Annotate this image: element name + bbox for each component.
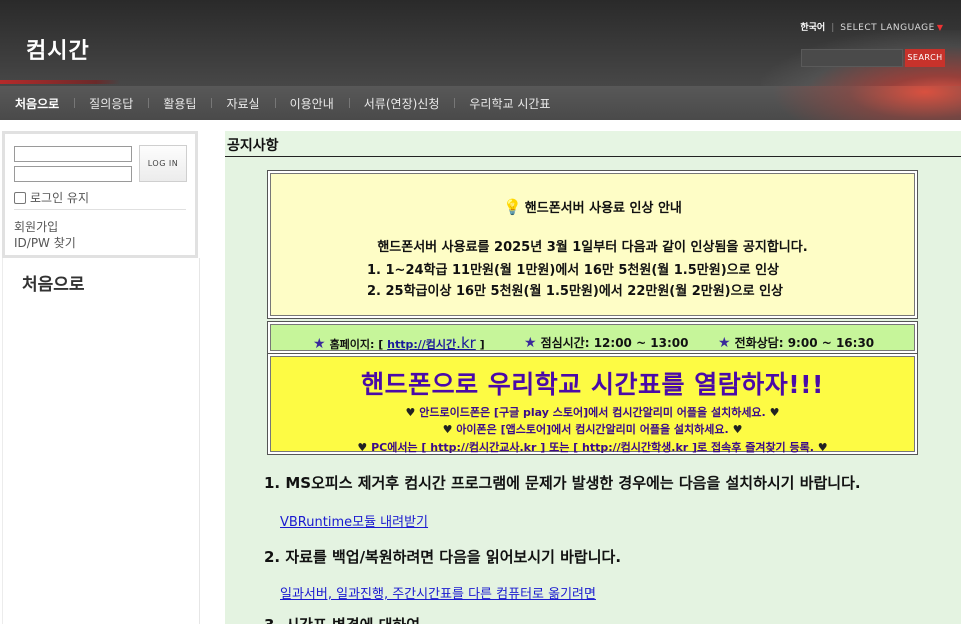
nav-item-timetable[interactable]: 우리학교 시간표	[454, 95, 565, 112]
notice-heading: 💡 핸드폰서버 사용료 인상 안내	[271, 197, 914, 216]
notice-line: 1. 1~24학급 11만원(월 1만원)에서 16만 5천원(월 1.5만원)…	[367, 263, 780, 278]
find-account-link[interactable]: ID/PW 찾기	[14, 234, 76, 251]
section-heading: 2. 자료를 백업/복원하려면 다음을 읽어보시기 바랍니다.	[264, 548, 622, 566]
nav-item-tips[interactable]: 활용팁	[148, 95, 211, 112]
info-phone: ★ 전화상담: 9:00 ~ 16:30	[718, 334, 874, 351]
page-title: 공지사항	[227, 138, 279, 154]
star-icon: ★	[524, 335, 537, 351]
site-header: 컴시간 한국어 | SELECT LANGUAGE ▼ SEARCH	[0, 0, 961, 86]
keep-login-checkbox[interactable]	[14, 191, 26, 204]
login-divider	[14, 209, 186, 210]
nav-item-qna[interactable]: 질의응답	[74, 95, 148, 112]
nav-item-application[interactable]: 서류(연장)신청	[348, 95, 455, 112]
homepage-link-tld[interactable]: .kr	[456, 334, 476, 352]
notice-inner: 💡 핸드폰서버 사용료 인상 안내 핸드폰서버 사용료를 2025년 3월 1일부…	[270, 173, 915, 316]
promo-line-text: 아이폰은 [앱스토어]에서 컴시간알리미 어플을 설치하세요.	[456, 423, 729, 436]
promo-line: ♥ 안드로이드폰은 [구글 play 스토어]에서 컴시간알리미 어플을 설치하…	[271, 404, 914, 420]
site-title[interactable]: 컴시간	[26, 33, 90, 65]
homepage-link[interactable]: http://컴시간.kr	[387, 334, 476, 352]
heart-icon: ♥	[357, 441, 368, 454]
content-header: 공지사항	[225, 131, 961, 157]
search-input[interactable]	[801, 49, 903, 67]
promo-line-text: 안드로이드폰은 [구글 play 스토어]에서 컴시간알리미 어플을 설치하세요…	[419, 406, 766, 419]
section-heading: 1. MS오피스 제거후 컴시간 프로그램에 문제가 발생한 경우에는 다음을 …	[264, 474, 861, 492]
heart-icon: ♥	[817, 441, 828, 454]
vbruntime-download-link[interactable]: VBRuntime모듈 내려받기	[280, 511, 428, 530]
nav-glow	[771, 86, 961, 120]
side-panel-title: 처음으로	[22, 275, 85, 295]
password-field[interactable]	[14, 166, 132, 182]
heart-icon: ♥	[442, 423, 453, 436]
promo-title: 핸드폰으로 우리학교 시간표를 열람하자!!!	[361, 370, 824, 399]
homepage-link-text[interactable]: http://컴시간	[387, 338, 456, 351]
signup-link[interactable]: 회원가입	[14, 218, 58, 235]
nav-item-home[interactable]: 처음으로	[0, 95, 74, 112]
star-icon: ★	[313, 336, 326, 352]
notice-line: 핸드폰서버 사용료를 2025년 3월 1일부터 다음과 같이 인상됨을 공지합…	[377, 240, 808, 255]
keep-login-option[interactable]: 로그인 유지	[14, 189, 89, 206]
main-nav: 처음으로 질의응답 활용팁 자료실 이용안내 서류(연장)신청 우리학교 시간표	[0, 86, 961, 120]
notice-line: 2. 25학급이상 16만 5천원(월 1.5만원)에서 22만원(월 2만원)…	[367, 284, 783, 299]
promo-line: ♥ PC에서는 [ http://컴시간교사.kr ] 또는 [ http://…	[271, 439, 914, 455]
heart-icon: ♥	[405, 406, 416, 419]
login-button[interactable]: LOG IN	[139, 145, 187, 182]
lightbulb-icon: 💡	[503, 198, 522, 216]
heart-icon: ♥	[732, 423, 743, 436]
caret-down-icon[interactable]: ▼	[937, 23, 943, 32]
login-box: LOG IN 로그인 유지 회원가입 ID/PW 찾기	[2, 131, 198, 258]
phone-text: 전화상담: 9:00 ~ 16:30	[734, 336, 875, 350]
promo-box: 핸드폰으로 우리학교 시간표를 열람하자!!! ♥ 안드로이드폰은 [구글 pl…	[267, 353, 918, 455]
backup-guide-link[interactable]: 일과서버, 일과진행, 주간시간표를 다른 컴퓨터로 옮기려면	[280, 583, 596, 602]
language-current[interactable]: 한국어	[800, 23, 825, 33]
language-bar: 한국어 | SELECT LANGUAGE ▼	[800, 20, 943, 33]
section-heading: 3. 시간표 변경에 대하여	[264, 614, 420, 624]
info-inner: ★ 홈페이지: [ http://컴시간.kr ] ★ 점심시간: 12:00 ~ …	[270, 324, 915, 352]
language-select[interactable]: SELECT LANGUAGE	[840, 23, 935, 33]
promo-line: ♥ 아이폰은 [앱스토어]에서 컴시간알리미 어플을 설치하세요. ♥	[271, 421, 914, 437]
promo-inner: 핸드폰으로 우리학교 시간표를 열람하자!!! ♥ 안드로이드폰은 [구글 pl…	[270, 356, 915, 455]
notice-heading-text: 핸드폰서버 사용료 인상 안내	[524, 201, 682, 216]
promo-line-text: PC에서는 [ http://컴시간교사.kr ] 또는 [ http://컴시…	[371, 441, 814, 454]
lunch-text: 점심시간: 12:00 ~ 13:00	[540, 336, 689, 350]
notice-box: 💡 핸드폰서버 사용료 인상 안내 핸드폰서버 사용료를 2025년 3월 1일부…	[267, 170, 918, 319]
info-homepage: ★ 홈페이지: [ http://컴시간.kr ]	[313, 334, 485, 352]
nav-item-downloads[interactable]: 자료실	[211, 95, 274, 112]
language-separator: |	[831, 23, 835, 33]
heart-icon: ♥	[769, 406, 780, 419]
star-icon: ★	[718, 335, 731, 351]
homepage-label: 홈페이지: [	[329, 338, 384, 351]
side-panel: 처음으로	[2, 258, 200, 624]
info-lunch: ★ 점심시간: 12:00 ~ 13:00	[524, 334, 689, 351]
nav-item-guide[interactable]: 이용안내	[274, 95, 349, 112]
homepage-close: ]	[479, 338, 485, 351]
info-bar: ★ 홈페이지: [ http://컴시간.kr ] ★ 점심시간: 12:00 ~ …	[267, 321, 918, 354]
keep-login-label: 로그인 유지	[30, 191, 90, 205]
nav-list: 처음으로 질의응답 활용팁 자료실 이용안내 서류(연장)신청 우리학교 시간표	[0, 86, 565, 120]
search-button[interactable]: SEARCH	[905, 49, 945, 67]
header-accent-line	[0, 80, 120, 84]
user-id-field[interactable]	[14, 146, 132, 162]
